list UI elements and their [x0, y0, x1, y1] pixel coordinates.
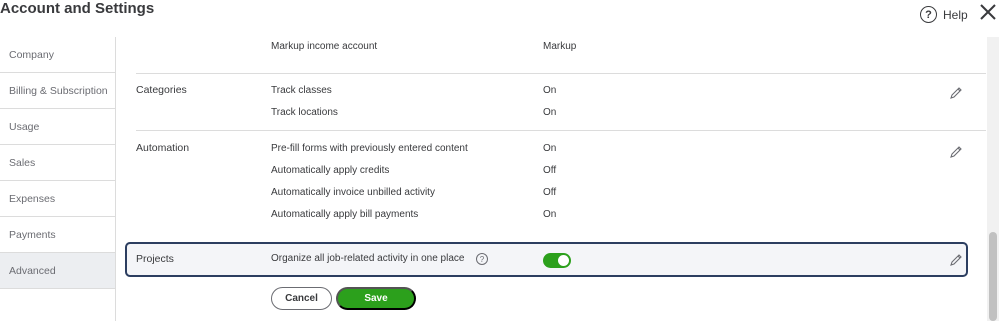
automation-title: Automation: [136, 142, 190, 154]
settings-content: Markup income account Markup Categories …: [116, 37, 986, 321]
pencil-icon[interactable]: [949, 145, 963, 159]
toggle-knob: [558, 255, 569, 266]
markup-income-label: Markup income account: [271, 41, 378, 52]
prefill-forms-value: On: [543, 143, 557, 154]
help-label: Help: [943, 7, 968, 22]
markup-income-value: Markup: [543, 41, 577, 52]
cancel-button[interactable]: Cancel: [271, 287, 332, 310]
pencil-icon[interactable]: [949, 86, 963, 100]
sidebar-item-payments[interactable]: Payments: [0, 217, 115, 253]
apply-bill-payments-value: On: [543, 209, 557, 220]
sidebar-item-sales[interactable]: Sales: [0, 145, 115, 181]
help-button[interactable]: ? Help: [920, 6, 968, 23]
apply-bill-payments-label: Automatically apply bill payments: [271, 209, 419, 220]
invoice-unbilled-label: Automatically invoice unbilled activity: [271, 187, 435, 198]
scrollbar[interactable]: [987, 37, 999, 321]
scrollbar-thumb[interactable]: [989, 232, 997, 321]
settings-sidebar: Company Billing & Subscription Usage Sal…: [0, 37, 116, 321]
categories-title: Categories: [136, 84, 187, 96]
divider: [136, 130, 986, 131]
apply-credits-label: Automatically apply credits: [271, 165, 390, 176]
prefill-forms-label: Pre-fill forms with previously entered c…: [271, 143, 468, 154]
sidebar-item-billing[interactable]: Billing & Subscription: [0, 73, 115, 109]
close-icon[interactable]: [978, 2, 998, 22]
projects-toggle[interactable]: [543, 253, 571, 268]
track-classes-value: On: [543, 85, 557, 96]
projects-description: Organize all job-related activity in one…: [271, 253, 465, 264]
projects-section: Projects Organize all job-related activi…: [125, 242, 968, 277]
track-classes-label: Track classes: [271, 85, 332, 96]
projects-title: Projects: [136, 253, 174, 265]
sidebar-item-usage[interactable]: Usage: [0, 109, 115, 145]
sidebar-item-company[interactable]: Company: [0, 37, 115, 73]
track-locations-label: Track locations: [271, 107, 338, 118]
apply-credits-value: Off: [543, 165, 557, 176]
page-title: Account and Settings: [0, 0, 155, 17]
info-icon[interactable]: ?: [476, 253, 488, 265]
track-locations-value: On: [543, 107, 557, 118]
sidebar-item-expenses[interactable]: Expenses: [0, 181, 115, 217]
help-icon: ?: [920, 6, 937, 23]
pencil-icon[interactable]: [949, 253, 963, 267]
save-button[interactable]: Save: [336, 287, 416, 310]
divider: [136, 73, 986, 74]
invoice-unbilled-value: Off: [543, 187, 557, 198]
sidebar-item-advanced[interactable]: Advanced: [0, 253, 115, 289]
